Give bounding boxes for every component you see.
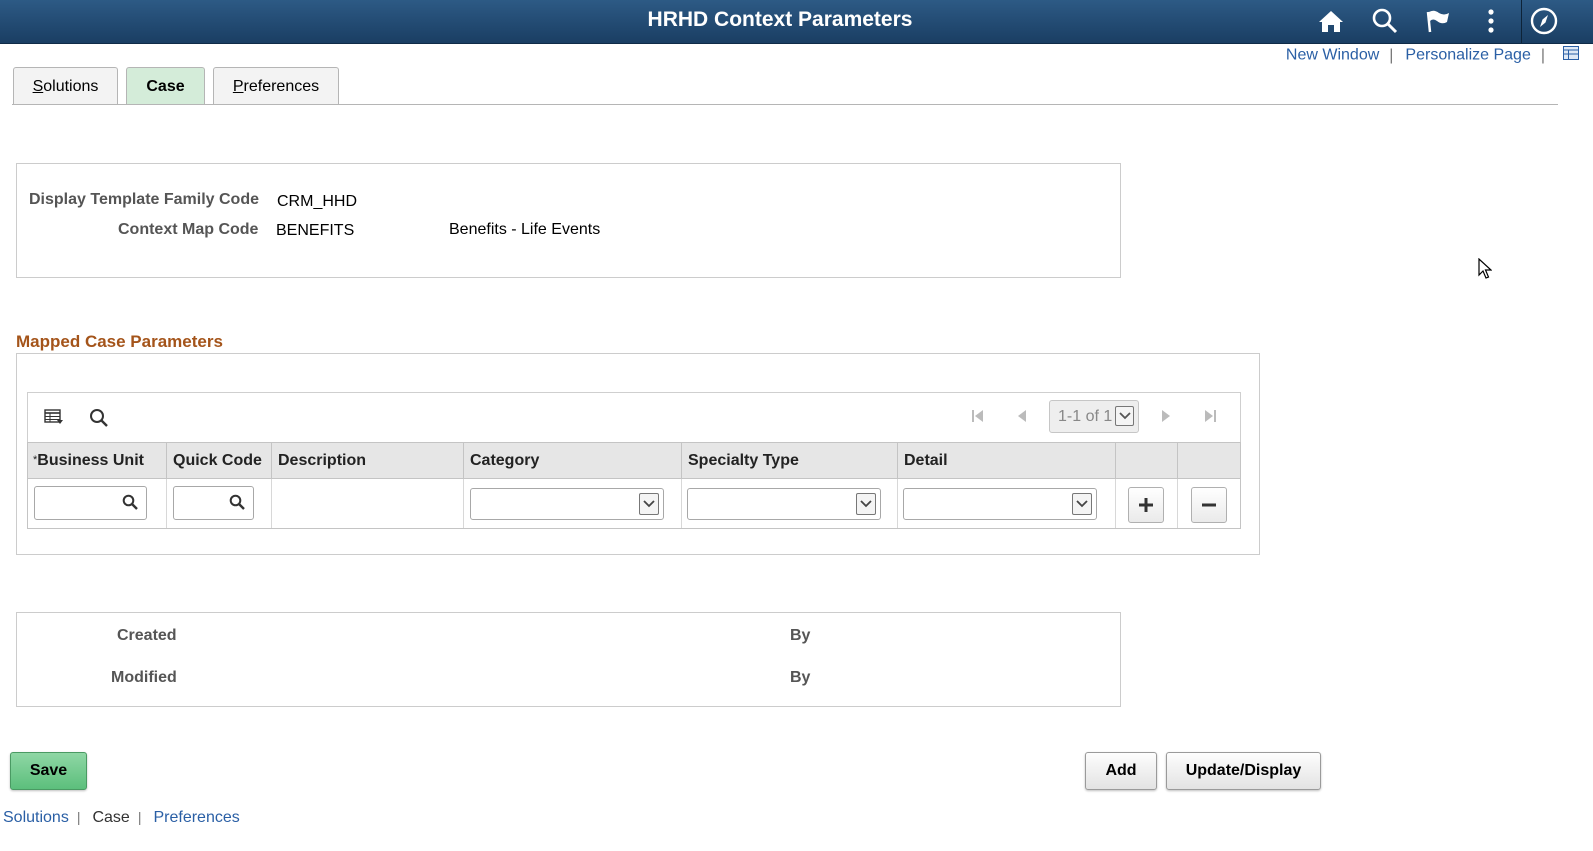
last-page-icon[interactable] [1199,404,1221,428]
quick-code-input[interactable] [173,486,254,520]
column-header-specialty-type[interactable]: Specialty Type [682,443,898,478]
column-header-quick-code[interactable]: Quick Code [167,443,272,478]
category-select[interactable] [470,488,664,520]
home-icon[interactable] [1317,7,1345,35]
grid-find-icon[interactable] [89,408,109,433]
lookup-search-icon[interactable] [229,494,245,515]
family-code-value: CRM_HHD [277,193,357,210]
bottom-link-preferences[interactable]: Preferences [153,809,239,826]
cell-delete-row [1178,479,1240,528]
page-links: New Window | Personalize Page | [1286,46,1579,65]
bottom-link-solutions[interactable]: Solutions [3,809,69,826]
lookup-search-icon[interactable] [122,494,138,515]
chevron-down-icon[interactable] [1115,406,1134,426]
mouse-cursor-icon [1478,257,1493,285]
context-map-value: BENEFITS [276,222,355,239]
cell-detail [898,479,1116,528]
table-row [27,478,1241,529]
update-display-button[interactable]: Update/Display [1166,752,1321,790]
specialty-type-select[interactable] [687,488,881,520]
tab-preferences[interactable]: Preferences [213,67,339,104]
column-header-detail[interactable]: Detail [898,443,1116,478]
cell-specialty-type [682,479,898,528]
flag-icon[interactable] [1424,7,1452,35]
first-page-icon[interactable] [967,404,989,428]
tab-case[interactable]: Case [126,67,205,104]
search-icon[interactable] [1371,7,1399,35]
bottom-tab-links: Solutions | Case | Preferences [3,809,240,826]
personalize-grid-icon[interactable] [44,408,64,431]
row-count-selector[interactable]: 1-1 of 1 [1049,400,1139,433]
context-header-box: Display Template Family Code CRM_HHD Con… [16,163,1121,278]
cell-quick-code [167,479,272,528]
add-button[interactable]: Add [1085,752,1157,790]
modified-by-label: By [790,669,811,686]
family-code-label: Display Template Family Code [29,191,259,208]
column-header-category[interactable]: Category [464,443,682,478]
audit-info-box: Created By Modified By [16,612,1121,707]
grid-header: *Business Unit Quick Code Description Ca… [27,442,1241,479]
add-row-button[interactable] [1128,487,1164,523]
cell-category [464,479,682,528]
column-header-description[interactable]: Description [272,443,464,478]
column-header-business-unit[interactable]: *Business Unit [28,443,167,478]
chevron-down-icon[interactable] [1072,493,1092,515]
cell-add-row [1116,479,1178,528]
save-button[interactable]: Save [10,752,87,790]
header-divider [1521,0,1522,43]
plus-icon [1139,498,1153,512]
previous-page-icon[interactable] [1011,404,1033,428]
personalize-page-link[interactable]: Personalize Page [1405,47,1530,64]
cell-business-unit [28,479,167,528]
more-vertical-icon[interactable] [1477,7,1505,35]
bottom-link-case: Case [92,809,130,826]
column-header-add [1116,443,1178,478]
navbar-compass-icon[interactable] [1530,7,1558,35]
tab-baseline [12,104,1558,105]
page-header-bar: HRHD Context Parameters [0,0,1593,44]
minus-icon [1202,503,1216,507]
chevron-down-icon[interactable] [856,493,876,515]
next-page-icon[interactable] [1155,404,1177,428]
context-map-label: Context Map Code [118,221,259,238]
cell-description [272,479,464,528]
created-label: Created [117,627,177,644]
new-window-link[interactable]: New Window [1286,47,1379,64]
table-layout-icon[interactable] [1563,46,1579,65]
delete-row-button[interactable] [1191,487,1227,523]
modified-label: Modified [111,669,177,686]
detail-select[interactable] [903,488,1097,520]
business-unit-input[interactable] [34,486,147,520]
mapped-case-parameters-title: Mapped Case Parameters [16,332,223,351]
tab-solutions[interactable]: Solutions [13,67,118,104]
column-header-delete [1178,443,1240,478]
created-by-label: By [790,627,811,644]
context-map-description: Benefits - Life Events [449,221,601,238]
chevron-down-icon[interactable] [639,493,659,515]
